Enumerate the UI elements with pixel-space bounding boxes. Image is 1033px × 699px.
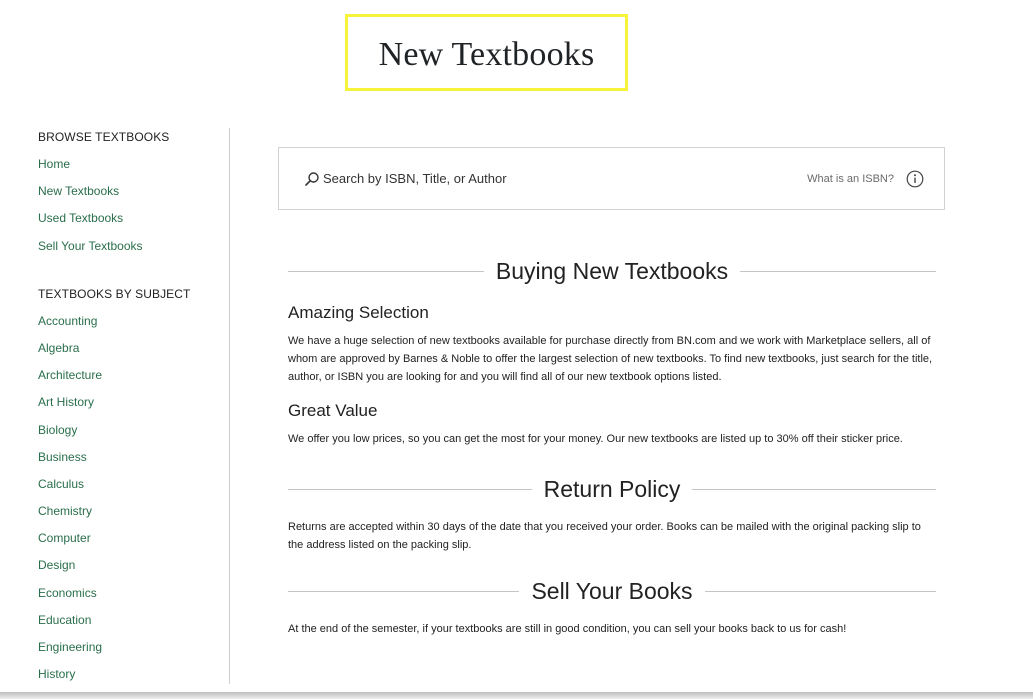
browse-list: Home New Textbooks Used Textbooks Sell Y… [38,150,229,259]
subject-item-biology[interactable]: Biology [38,423,77,437]
subject-item-chemistry[interactable]: Chemistry [38,504,92,518]
sell-your-books-text: At the end of the semester, if your text… [288,623,847,635]
subject-item-accounting[interactable]: Accounting [38,314,97,328]
sell-your-books-section: Sell Your Books At the end of the semest… [288,570,936,638]
search-input[interactable] [323,171,723,186]
subject-item-design[interactable]: Design [38,558,75,572]
viewport-bottom-edge [0,692,1033,699]
sidebar: BROWSE TEXTBOOKS Home New Textbooks Used… [38,128,230,684]
return-policy-section: Return Policy Returns are accepted withi… [288,468,936,554]
subject-item-architecture[interactable]: Architecture [38,368,102,382]
page-title: New Textbooks [378,35,595,73]
subject-item-art-history[interactable]: Art History [38,395,94,409]
subject-list: Accounting Algebra Architecture Art Hist… [38,307,229,688]
section-title: Sell Your Books [531,577,693,604]
sidebar-item-sell-your-textbooks[interactable]: Sell Your Textbooks [38,239,143,253]
subject-item-economics[interactable]: Economics [38,586,97,600]
great-value-text: We offer you low prices, so you can get … [288,433,903,445]
info-icon[interactable] [906,170,924,188]
subject-item-algebra[interactable]: Algebra [38,341,79,355]
return-policy-text: Returns are accepted within 30 days of t… [288,521,921,551]
browse-textbooks-heading: BROWSE TEXTBOOKS [38,130,170,144]
section-title-row: Buying New Textbooks [288,250,937,292]
sidebar-item-new-textbooks[interactable]: New Textbooks [38,184,119,198]
subject-item-history[interactable]: History [38,667,75,681]
subject-item-engineering[interactable]: Engineering [38,640,102,654]
divider [288,488,532,490]
subject-item-computer[interactable]: Computer [38,531,91,545]
page: New Textbooks BROWSE TEXTBOOKS Home New … [0,0,1033,699]
amazing-selection-heading: Amazing Selection [288,303,429,322]
search-bar: What is an ISBN? [278,147,945,210]
divider [740,270,937,272]
main-content: Buying New Textbooks Amazing Selection W… [288,250,937,638]
page-title-highlight: New Textbooks [345,14,628,91]
section-title: Return Policy [543,475,681,502]
textbooks-by-subject-heading: TEXTBOOKS BY SUBJECT [38,286,191,301]
section-title-row: Return Policy [288,468,936,510]
amazing-selection-text: We have a huge selection of new textbook… [288,335,933,383]
divider [288,270,484,272]
what-is-isbn-link[interactable]: What is an ISBN? [807,173,894,185]
sidebar-item-used-textbooks[interactable]: Used Textbooks [38,211,123,225]
subject-item-business[interactable]: Business [38,450,87,464]
subject-item-calculus[interactable]: Calculus [38,477,84,491]
great-value-heading: Great Value [288,401,378,420]
subject-item-education[interactable]: Education [38,613,91,627]
section-title: Buying New Textbooks [495,257,729,284]
divider [288,590,520,592]
section-title-row: Sell Your Books [288,570,936,612]
search-icon [304,171,320,187]
divider [692,488,936,490]
buying-new-textbooks-section: Buying New Textbooks Amazing Selection W… [288,250,937,448]
divider [704,590,936,592]
sidebar-item-home[interactable]: Home [38,157,70,171]
